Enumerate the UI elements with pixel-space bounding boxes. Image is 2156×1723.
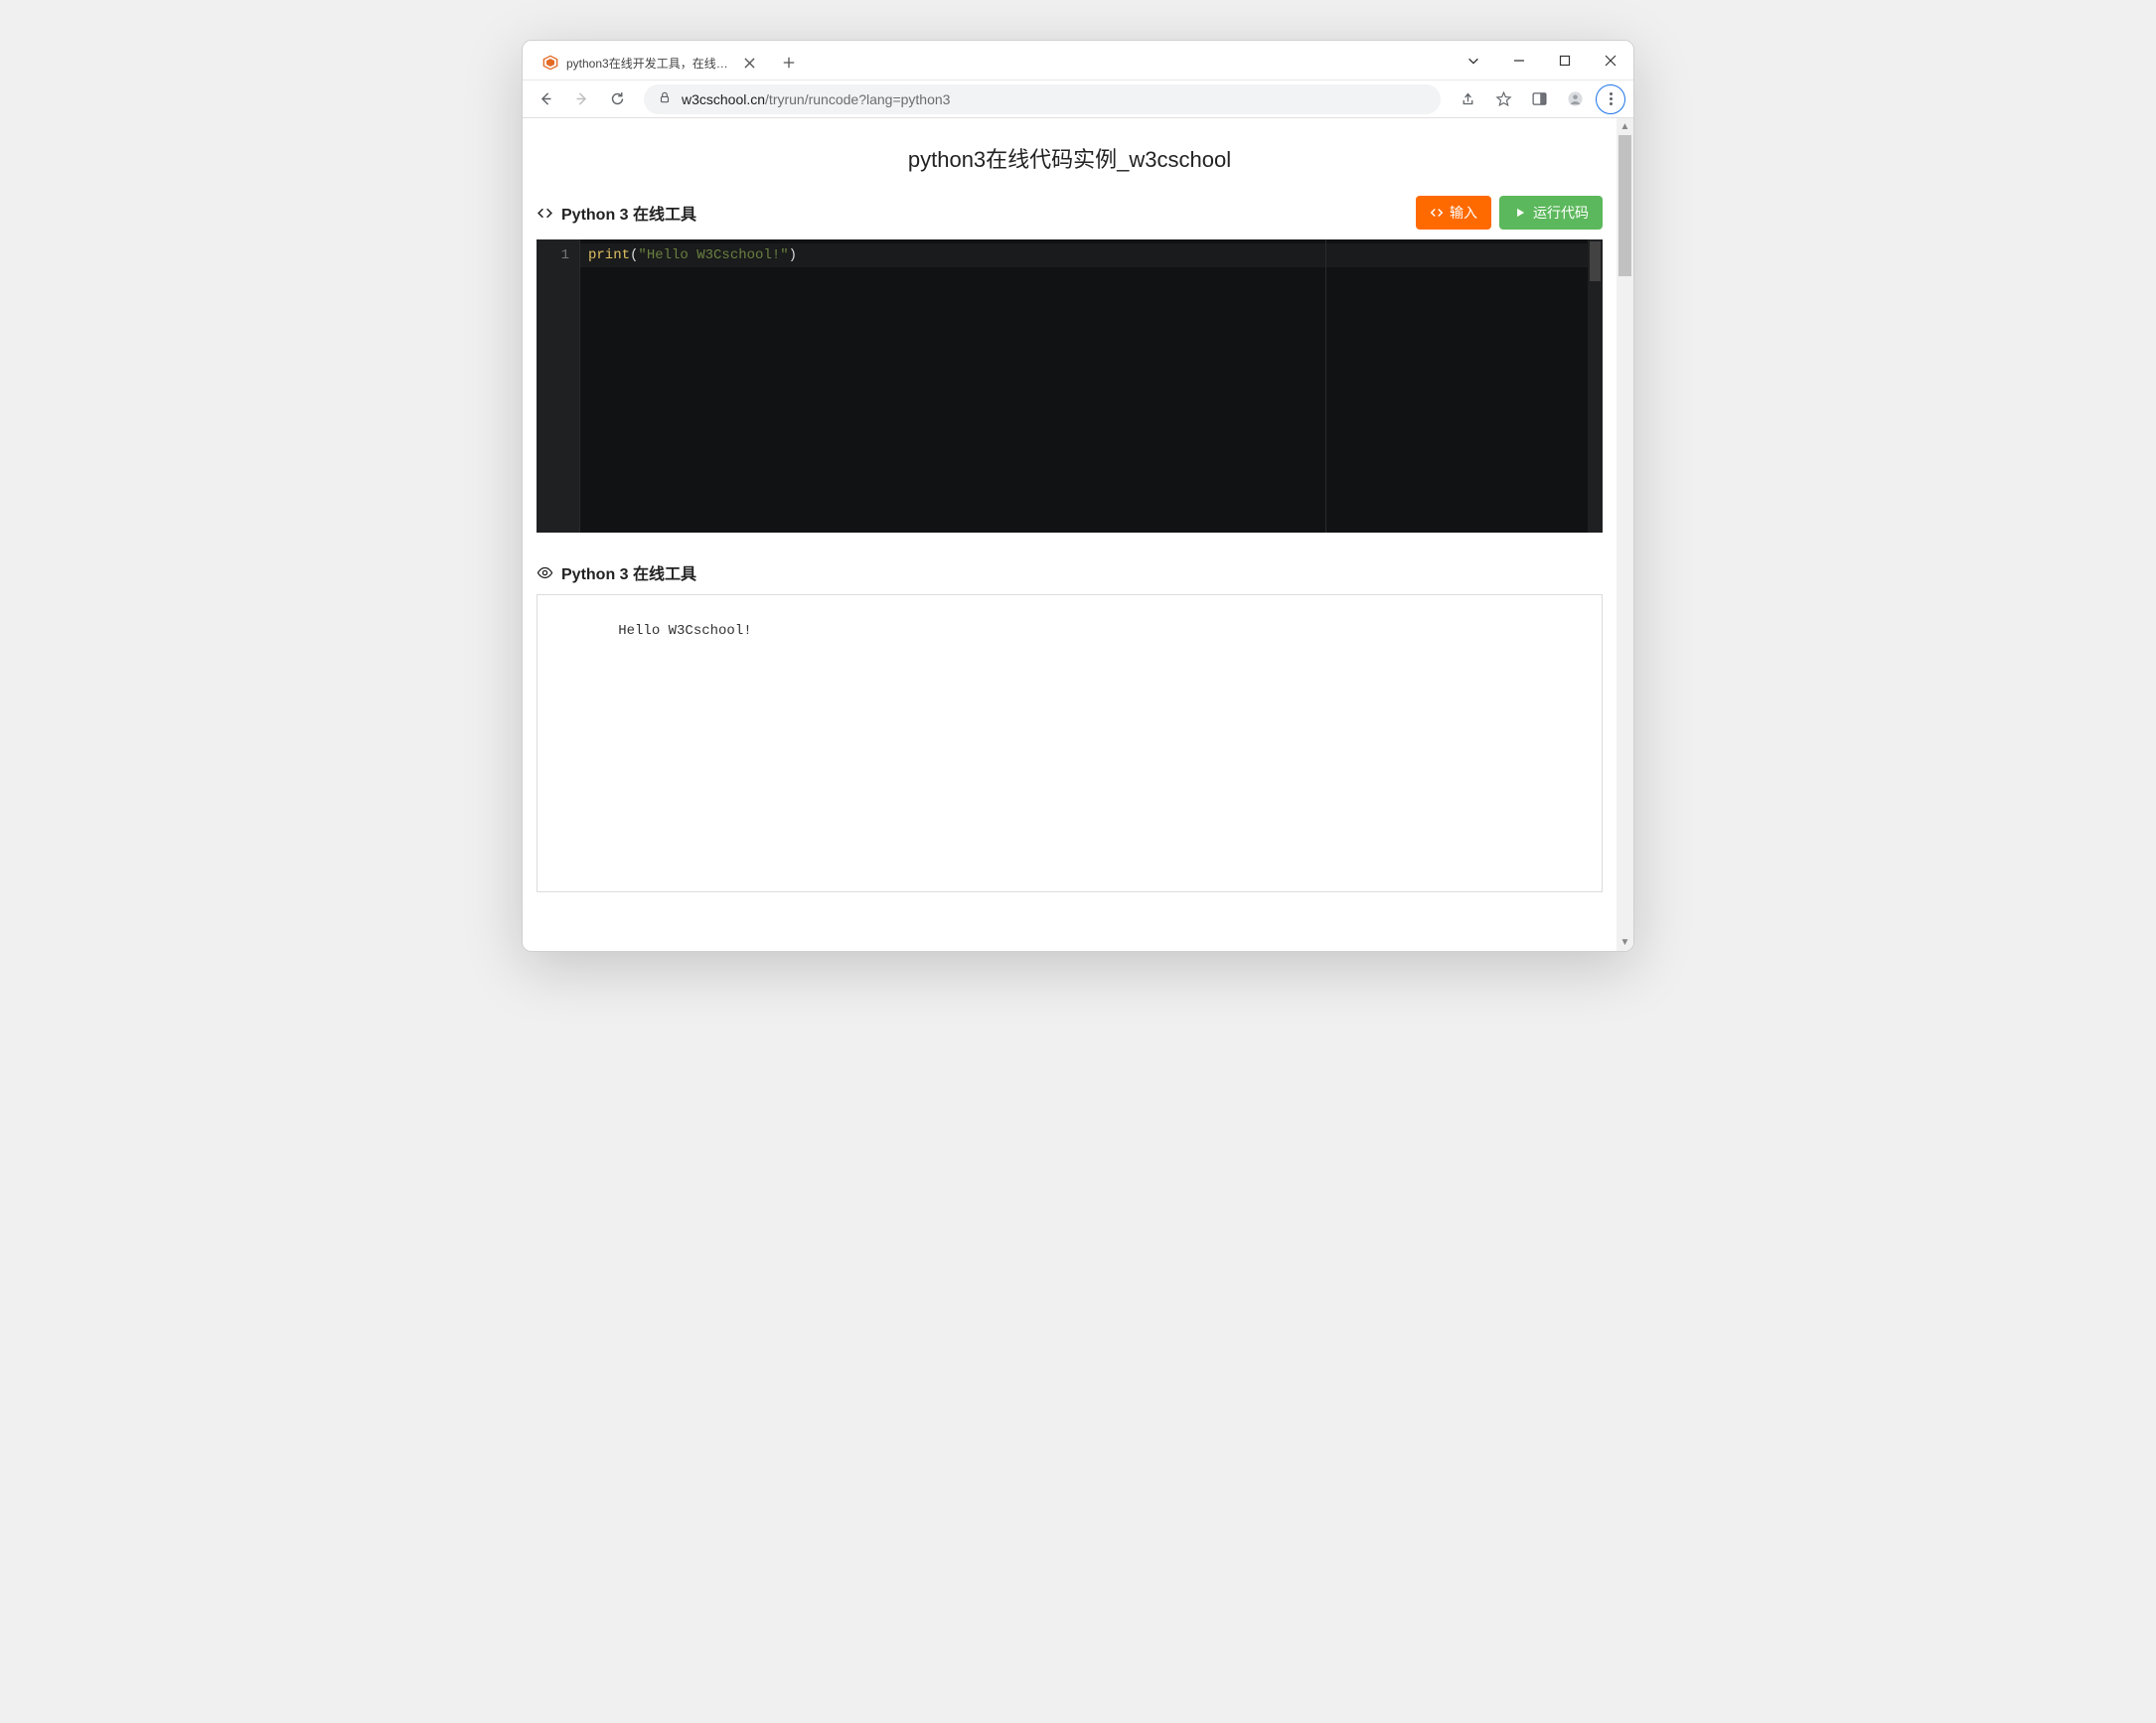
line-number: 1	[537, 243, 569, 267]
tab-search-button[interactable]	[1451, 41, 1496, 80]
url-text: w3cschool.cn/tryrun/runcode?lang=python3	[682, 91, 1427, 107]
line-gutter: 1	[537, 239, 580, 533]
profile-button[interactable]	[1560, 84, 1590, 114]
reload-button[interactable]	[602, 84, 632, 114]
browser-tab[interactable]: python3在线开发工具，在线编辑	[531, 46, 769, 79]
url-path: /tryrun/runcode?lang=python3	[765, 91, 950, 107]
output-box: Hello W3Cschool!	[537, 594, 1603, 892]
close-tab-button[interactable]	[741, 55, 757, 71]
favicon-icon	[542, 55, 558, 71]
code-brackets-icon	[1430, 206, 1444, 220]
input-button-label: 输入	[1450, 203, 1477, 223]
tab-strip: python3在线开发工具，在线编辑	[523, 41, 1451, 79]
url-domain: w3cschool.cn	[682, 91, 765, 107]
code-area[interactable]: print("Hello W3Cschool!")	[580, 239, 1603, 533]
tab-title: python3在线开发工具，在线编辑	[566, 55, 733, 72]
editor-header: Python 3 在线工具	[537, 201, 696, 225]
bookmark-button[interactable]	[1488, 84, 1518, 114]
new-tab-button[interactable]	[775, 49, 803, 77]
run-button-label: 运行代码	[1533, 203, 1589, 223]
input-button[interactable]: 输入	[1416, 196, 1491, 230]
play-icon	[1513, 206, 1527, 220]
browser-window: python3在线开发工具，在线编辑	[522, 40, 1634, 952]
page-scrollbar[interactable]: ▲ ▼	[1617, 118, 1633, 951]
scrollbar-thumb[interactable]	[1618, 135, 1631, 276]
lock-icon	[658, 90, 672, 107]
editor-wrap: 1 print("Hello W3Cschool!")	[537, 239, 1603, 533]
back-button[interactable]	[531, 84, 560, 114]
page-title: python3在线代码实例_w3cschool	[537, 142, 1603, 174]
scroll-down-button[interactable]: ▼	[1617, 934, 1633, 951]
editor-bar: Python 3 在线工具 输入 运行代码	[537, 196, 1603, 230]
output-bar: Python 3 在线工具	[537, 560, 1603, 584]
page: python3在线代码实例_w3cschool Python 3 在线工具 输入…	[523, 118, 1617, 951]
maximize-button[interactable]	[1542, 41, 1588, 80]
output-header-text: Python 3 在线工具	[561, 560, 696, 584]
editor-header-text: Python 3 在线工具	[561, 201, 696, 225]
output-text: Hello W3Cschool!	[618, 623, 751, 639]
browser-toolbar: w3cschool.cn/tryrun/runcode?lang=python3	[523, 80, 1633, 118]
minimize-button[interactable]	[1496, 41, 1542, 80]
content-area: python3在线代码实例_w3cschool Python 3 在线工具 输入…	[523, 118, 1633, 951]
scroll-up-button[interactable]: ▲	[1617, 118, 1633, 135]
side-panel-button[interactable]	[1524, 84, 1554, 114]
eye-icon	[537, 564, 553, 581]
share-button[interactable]	[1453, 84, 1482, 114]
output-header: Python 3 在线工具	[537, 560, 696, 584]
window-controls	[1451, 41, 1633, 79]
address-bar[interactable]: w3cschool.cn/tryrun/runcode?lang=python3	[644, 84, 1441, 114]
code-icon	[537, 205, 553, 222]
editor-scrollbar[interactable]	[1588, 239, 1603, 533]
titlebar: python3在线开发工具，在线编辑	[523, 41, 1633, 80]
code-line-1: print("Hello W3Cschool!")	[588, 243, 1595, 267]
close-window-button[interactable]	[1588, 41, 1633, 80]
editor-ruler	[1325, 239, 1326, 533]
chrome-menu-button[interactable]	[1596, 84, 1625, 114]
editor-actions: 输入 运行代码	[1416, 196, 1603, 230]
run-button[interactable]: 运行代码	[1499, 196, 1603, 230]
forward-button[interactable]	[566, 84, 596, 114]
code-editor[interactable]: 1 print("Hello W3Cschool!")	[537, 239, 1603, 533]
